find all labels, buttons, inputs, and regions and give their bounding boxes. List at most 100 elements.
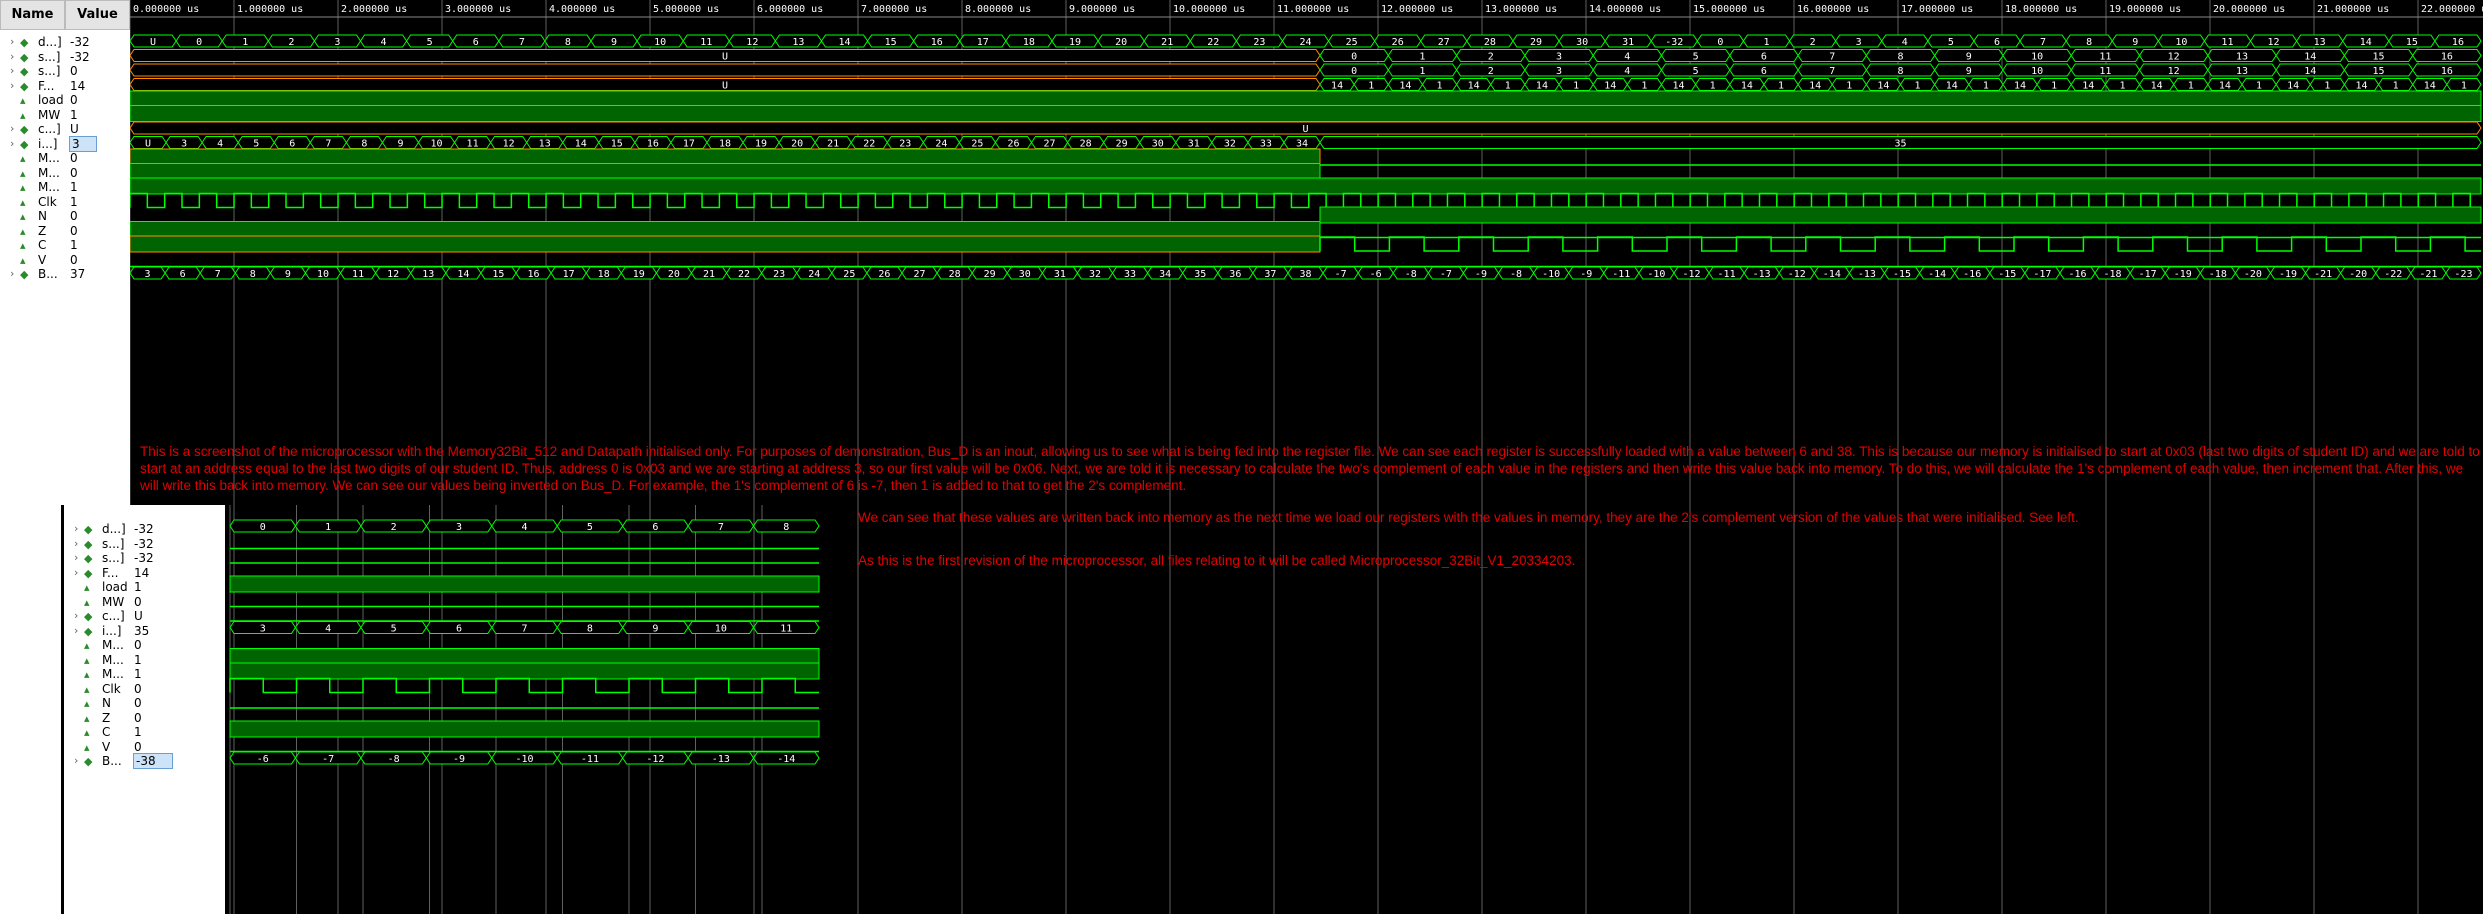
row-b-bus-seg-label: -23 (2454, 269, 2472, 280)
row-b-bus-seg-label: 23 (773, 269, 785, 280)
row-b-bus-seg-label: 24 (808, 269, 820, 280)
value-column-header[interactable]: Value (65, 0, 130, 30)
row-s1-bus-seg-label: 4 (1624, 52, 1630, 63)
row-d-bus-seg-label: 31 (1622, 37, 1634, 48)
inset-waveform-view[interactable]: 0 1 2 3 4 5 6 7 8 3 4 5 6 7 8 9 10 11 -6 -7 -8 -9 -10 -11 -12 -13… (222, 505, 824, 914)
row-b-bus-seg-label: 17 (563, 269, 575, 280)
row-load-wave (130, 90, 2482, 108)
row-f-bus-seg-label: 14 (2355, 81, 2367, 92)
row-i-bus-seg-label: 23 (899, 139, 911, 150)
row-f-bus-seg-label: 1 (1778, 81, 1784, 92)
row-s2-bus-seg-label: 15 (2373, 66, 2385, 77)
row-d-bus-seg-label: 22 (1207, 37, 1219, 48)
row-b-bus-seg-label: 6 (180, 269, 186, 280)
row-d-bus-seg-label: 25 (1346, 37, 1358, 48)
row-d-bus-seg-label: 4 (1902, 37, 1908, 48)
row-d-bus-seg-label: 0 (196, 37, 202, 48)
row-b-bus-seg-label: -13 (1858, 269, 1876, 280)
inset-row-i-bus-seg-label: 7 (521, 624, 527, 635)
row-s2-bus-seg-label: 6 (1761, 66, 1767, 77)
row-b-bus-seg-label: -10 (1542, 269, 1560, 280)
row-f-bus-seg-label: 14 (1809, 81, 1821, 92)
bus-signal-icon: ◆ (84, 755, 93, 768)
row-b-bus-seg-label: -14 (1928, 269, 1946, 280)
expand-chevron-icon[interactable]: › (74, 754, 78, 767)
row-d-bus-seg-label: 27 (1438, 37, 1450, 48)
row-i-bus-seg-label: 15 (611, 139, 623, 150)
inset-row-cflag-wave (229, 720, 820, 738)
row-s2-bus-seg-label: 5 (1693, 66, 1699, 77)
row-f-bus-seg-label: 1 (2324, 81, 2330, 92)
inset-signal-row[interactable]: › ◆ B... -38 (64, 751, 194, 773)
annotation-paragraph-1: This is a screenshot of the microprocess… (140, 444, 2480, 493)
row-d-bus-seg-label: 26 (1392, 37, 1404, 48)
row-b-bus-seg-label: -15 (1893, 269, 1911, 280)
inset-row-m3-wave (229, 662, 820, 680)
row-d-bus-seg-label: 6 (473, 37, 479, 48)
time-tick-label: 11.000000 us (1277, 4, 1349, 15)
row-b-bus-seg-label: -16 (2068, 269, 2086, 280)
inset-row-clk-wave (229, 677, 819, 694)
row-s2-bus-seg-label: 3 (1556, 66, 1562, 77)
row-d-bus-seg-label: 2 (288, 37, 294, 48)
main-signal-row[interactable]: › ◆ B... 37 (0, 264, 130, 286)
row-f-bus-seg-label: 1 (1573, 81, 1579, 92)
row-i-bus-seg-label: 35 (1894, 139, 1906, 150)
signal-name: B... (38, 267, 58, 281)
inset-row-i-bus-seg-label: 10 (715, 624, 727, 635)
inset-row-i-bus-seg-label: 9 (652, 624, 658, 635)
row-i-bus-seg-label: 34 (1296, 139, 1308, 150)
row-i-bus-seg-label: 9 (397, 139, 403, 150)
row-z-wave-a (130, 221, 1321, 238)
inset-row-i-bus-seg-label: 8 (587, 624, 593, 635)
row-f-bus-seg-label: 14 (1399, 81, 1411, 92)
row-b-bus-seg-label: 13 (422, 269, 434, 280)
signal-name: B... (102, 754, 122, 768)
inset-row-b-bus-seg-label: -7 (322, 754, 334, 765)
row-b-bus-seg-label: 11 (352, 269, 364, 280)
row-b-bus-seg-label: 12 (387, 269, 399, 280)
row-b-bus-seg-label: 10 (317, 269, 329, 280)
row-b-bus-seg-label: -21 (2419, 269, 2437, 280)
row-d-bus-seg-label: 21 (1161, 37, 1173, 48)
row-b-bus-seg-label: 21 (703, 269, 715, 280)
row-b-bus-seg-label: 3 (145, 269, 151, 280)
row-d-bus-seg-label: 7 (519, 37, 525, 48)
time-tick-label: 17.000000 us (1901, 4, 1973, 15)
row-b-bus-seg-label: -12 (1788, 269, 1806, 280)
row-i-bus-seg-label: 22 (863, 139, 875, 150)
inset-row-i-bus-seg-label: 5 (391, 624, 397, 635)
inset-row-b-bus-seg-label: -9 (453, 754, 465, 765)
row-f-bus-seg-label: 14 (1536, 81, 1548, 92)
row-f-bus-seg-label: 1 (1436, 81, 1442, 92)
row-clk-wave (130, 192, 2481, 209)
row-s1-bus-seg-label: 9 (1966, 52, 1972, 63)
row-b-bus-seg-label: 18 (598, 269, 610, 280)
row-d-bus-seg-label: 13 (792, 37, 804, 48)
row-f-bus-seg-label: 1 (2119, 81, 2125, 92)
row-s1-bus-seg-label: 15 (2373, 52, 2385, 63)
row-b-bus-seg-label: -21 (2314, 269, 2332, 280)
row-i-bus-seg-label: 19 (755, 139, 767, 150)
row-d-bus-seg-label: 9 (611, 37, 617, 48)
name-column-header[interactable]: Name (0, 0, 65, 30)
row-f-bus-seg-label: 14 (2219, 81, 2231, 92)
time-tick-label: 16.000000 us (1797, 4, 1869, 15)
row-f-bus-seg-label: 1 (1368, 81, 1374, 92)
annotation-paragraph-3: As this is the first revision of the mic… (858, 553, 1576, 568)
row-b-bus-seg-label: 31 (1054, 269, 1066, 280)
row-d-bus-seg-label: 30 (1576, 37, 1588, 48)
row-s1-bus-seg-label: 0 (1351, 52, 1357, 63)
row-b-bus-seg-label: -8 (1510, 269, 1522, 280)
row-f-bus-seg-label: 1 (1641, 81, 1647, 92)
row-d-bus-seg-label: 10 (2175, 37, 2187, 48)
row-s1-bus-seg-label: 1 (1419, 52, 1425, 63)
row-b-bus-seg-label: -20 (2244, 269, 2262, 280)
expand-chevron-icon[interactable]: › (10, 267, 14, 280)
row-c-flag-wave-b (1319, 236, 2481, 252)
row-d-bus-seg-label: 17 (977, 37, 989, 48)
row-d-bus-seg-label: 10 (654, 37, 666, 48)
time-tick-label: 12.000000 us (1381, 4, 1453, 15)
inset-row-d-bus-seg-label: 8 (783, 522, 789, 533)
row-b-bus-seg-label: -6 (1370, 269, 1382, 280)
